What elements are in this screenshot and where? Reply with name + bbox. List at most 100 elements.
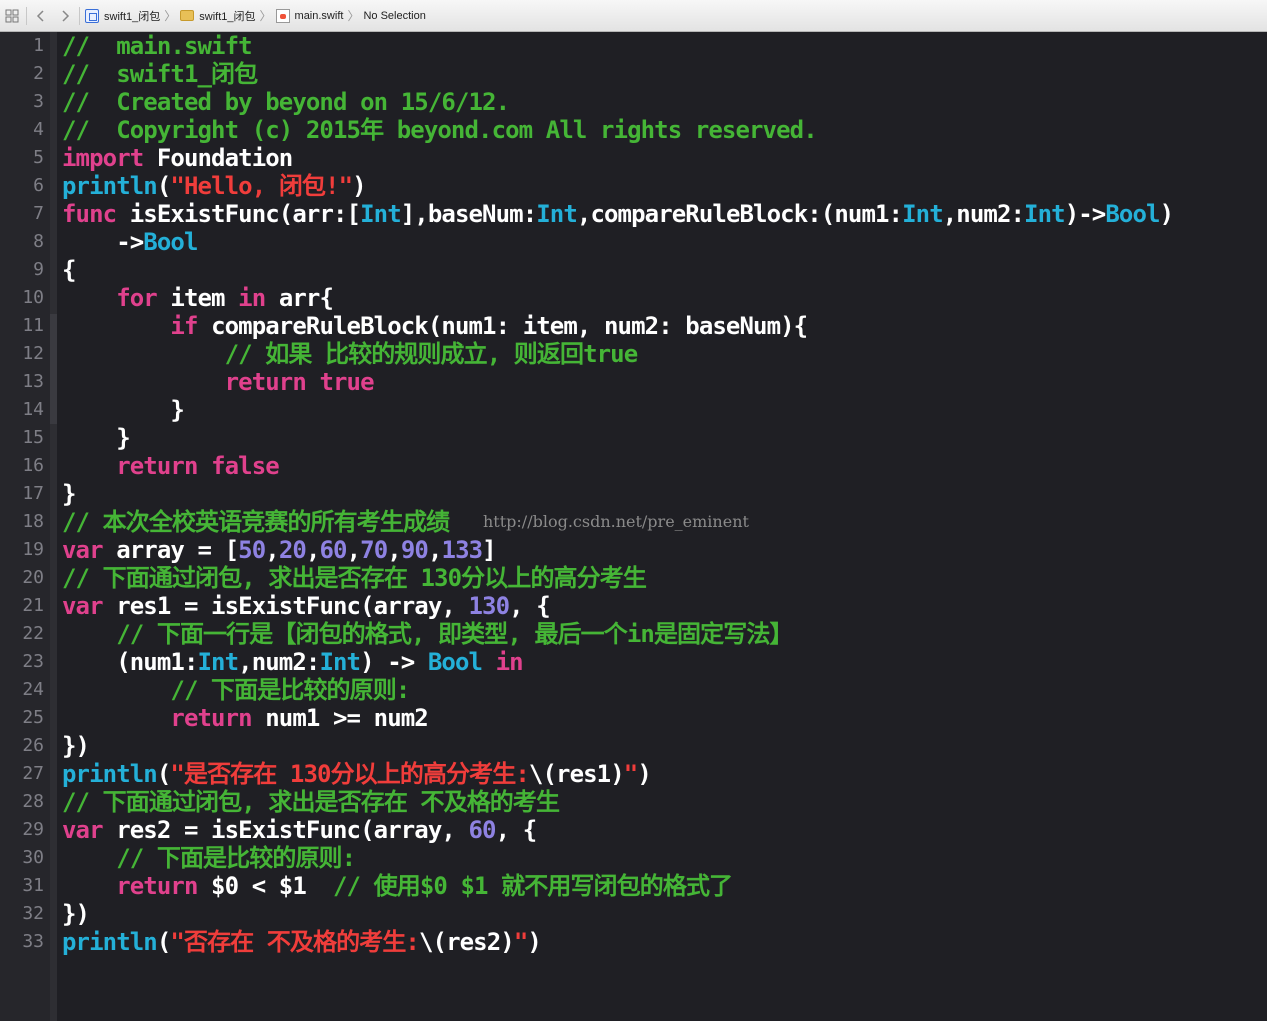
line-number: 9 — [33, 259, 44, 280]
breadcrumb-file[interactable]: main.swift — [273, 5, 347, 27]
code-line[interactable]: println("是否存在 130分以上的高分考生:\(res1)") — [62, 760, 652, 788]
related-items-icon[interactable] — [0, 4, 24, 28]
code-line[interactable]: { — [62, 256, 76, 284]
line-number: 30 — [22, 847, 44, 868]
code-line[interactable]: // 下面是比较的原则: — [62, 676, 410, 704]
code-line[interactable]: var array = [50,20,60,70,90,133] — [62, 536, 497, 564]
code-token: } — [62, 396, 184, 424]
code-token: , — [265, 536, 279, 564]
code-token: , — [427, 536, 442, 564]
code-token: // 下面通过闭包, 求出是否存在 130分以上的高分考生 — [62, 564, 647, 592]
breadcrumb-folder[interactable]: swift1_闭包 — [177, 5, 258, 27]
code-line[interactable]: func isExistFunc(arr:[Int],baseNum:Int,c… — [62, 200, 1174, 228]
code-token: ) — [637, 760, 651, 788]
line-number: 1 — [33, 35, 44, 56]
code-token: ] — [482, 536, 496, 564]
line-number: 19 — [22, 539, 44, 560]
code-line[interactable]: return $0 < $1 // 使用$0 $1 就不用写闭包的格式了 — [62, 872, 733, 900]
code-line[interactable]: (num1:Int,num2:Int) -> Bool in — [62, 648, 523, 676]
code-line[interactable]: // 如果 比较的规则成立, 则返回true — [62, 340, 639, 368]
line-number: 27 — [22, 763, 44, 784]
code-line[interactable]: println("Hello, 闭包!") — [62, 172, 367, 200]
code-line[interactable]: // 下面是比较的原则: — [62, 844, 356, 872]
line-number: 7 — [33, 203, 44, 224]
code-token: Bool — [427, 648, 483, 676]
back-chevron-icon[interactable] — [29, 4, 53, 28]
code-token: // 下面是比较的原则: — [116, 844, 356, 872]
code-line[interactable]: return false — [62, 452, 280, 480]
code-line[interactable]: } — [62, 480, 76, 508]
code-line[interactable]: var res1 = isExistFunc(array, 130, { — [62, 592, 551, 620]
code-token: println — [62, 760, 158, 788]
breadcrumb-selection-label: No Selection — [363, 9, 426, 22]
code-token: "Hello, 闭包!" — [170, 172, 353, 200]
code-line[interactable]: // main.swift — [62, 32, 253, 60]
code-line[interactable]: }) — [62, 732, 90, 760]
line-number: 12 — [22, 343, 44, 364]
code-token: compareRuleBlock(num1: item, num2: baseN… — [197, 312, 808, 340]
code-token: , { — [495, 816, 538, 844]
code-line[interactable]: if compareRuleBlock(num1: item, num2: ba… — [62, 312, 808, 340]
code-line[interactable]: // Created by beyond on 15/6/12. — [62, 88, 510, 116]
line-number: 24 — [22, 679, 44, 700]
code-line[interactable]: var res2 = isExistFunc(array, 60, { — [62, 816, 538, 844]
code-token: func — [62, 200, 117, 228]
code-line[interactable]: // swift1_闭包 — [62, 60, 258, 88]
code-line[interactable]: println("否存在 不及格的考生:\(res2)") — [62, 928, 542, 956]
line-number: 23 — [22, 651, 44, 672]
code-token: ( — [156, 928, 171, 956]
fold-region-marker[interactable] — [50, 314, 57, 424]
code-token: }) — [62, 732, 90, 760]
code-line[interactable]: import Foundation — [62, 144, 293, 172]
line-number: 5 — [33, 147, 44, 168]
line-number: 3 — [33, 91, 44, 112]
project-icon — [85, 8, 99, 23]
code-folding-ribbon[interactable] — [50, 32, 57, 1021]
code-token: Int — [319, 648, 361, 676]
code-line[interactable]: } — [62, 396, 184, 424]
breadcrumb-project-label: swift1_闭包 — [104, 10, 161, 23]
code-line[interactable]: ->Bool — [62, 228, 198, 256]
code-line[interactable]: // 下面通过闭包, 求出是否存在 不及格的考生 — [62, 788, 560, 816]
code-line[interactable]: return num1 >= num2 — [62, 704, 428, 732]
line-number: 15 — [22, 427, 44, 448]
code-token: Int — [360, 200, 402, 228]
code-token: 20 — [278, 536, 307, 564]
code-line[interactable]: for item in arr{ — [62, 284, 334, 312]
code-token: return — [170, 704, 252, 732]
breadcrumb-folder-label: swift1_闭包 — [199, 10, 256, 23]
code-token: Int — [1024, 200, 1066, 228]
code-line[interactable]: // 下面一行是【闭包的格式, 即类型, 最后一个in是固定写法】 — [62, 620, 793, 648]
code-token: for — [116, 284, 158, 312]
code-line[interactable]: }) — [62, 900, 90, 928]
line-number: 32 — [22, 903, 44, 924]
line-number: 18 — [22, 511, 44, 532]
line-number: 31 — [22, 875, 44, 896]
code-line[interactable]: // 本次全校英语竞赛的所有考生成绩 — [62, 508, 450, 536]
code-token: in — [238, 284, 266, 312]
code-line[interactable]: return true — [62, 368, 375, 396]
folder-icon — [180, 10, 195, 21]
forward-chevron-icon[interactable] — [53, 4, 77, 28]
line-number-gutter: 1 2 3 4 5 6 7 8 9 10 11 12 13 14 15 16 17 18 19 20 21 22 23 24 2… — [0, 32, 50, 1021]
code-line[interactable]: } — [62, 424, 130, 452]
line-number: 17 — [22, 483, 44, 504]
code-line[interactable]: // 下面通过闭包, 求出是否存在 130分以上的高分考生 — [62, 564, 647, 592]
breadcrumb-selection[interactable]: No Selection — [360, 5, 428, 27]
code-token: Int — [536, 200, 578, 228]
code-token: Bool — [1105, 200, 1160, 228]
line-number: 25 — [22, 707, 44, 728]
code-token: arr{ — [265, 284, 334, 312]
code-token: , — [387, 536, 401, 564]
code-line[interactable]: // Copyright (c) 2015年 beyond.com All ri… — [62, 116, 818, 144]
line-number: 16 — [22, 455, 44, 476]
code-token: // swift1_闭包 — [62, 60, 258, 88]
code-token: " — [513, 928, 528, 956]
code-token: // 使用$0 $1 就不用写闭包的格式了 — [333, 872, 733, 900]
breadcrumb-project[interactable]: swift1_闭包 — [82, 5, 163, 27]
code-token: // Copyright (c) 2015年 beyond.com All ri… — [62, 116, 818, 144]
